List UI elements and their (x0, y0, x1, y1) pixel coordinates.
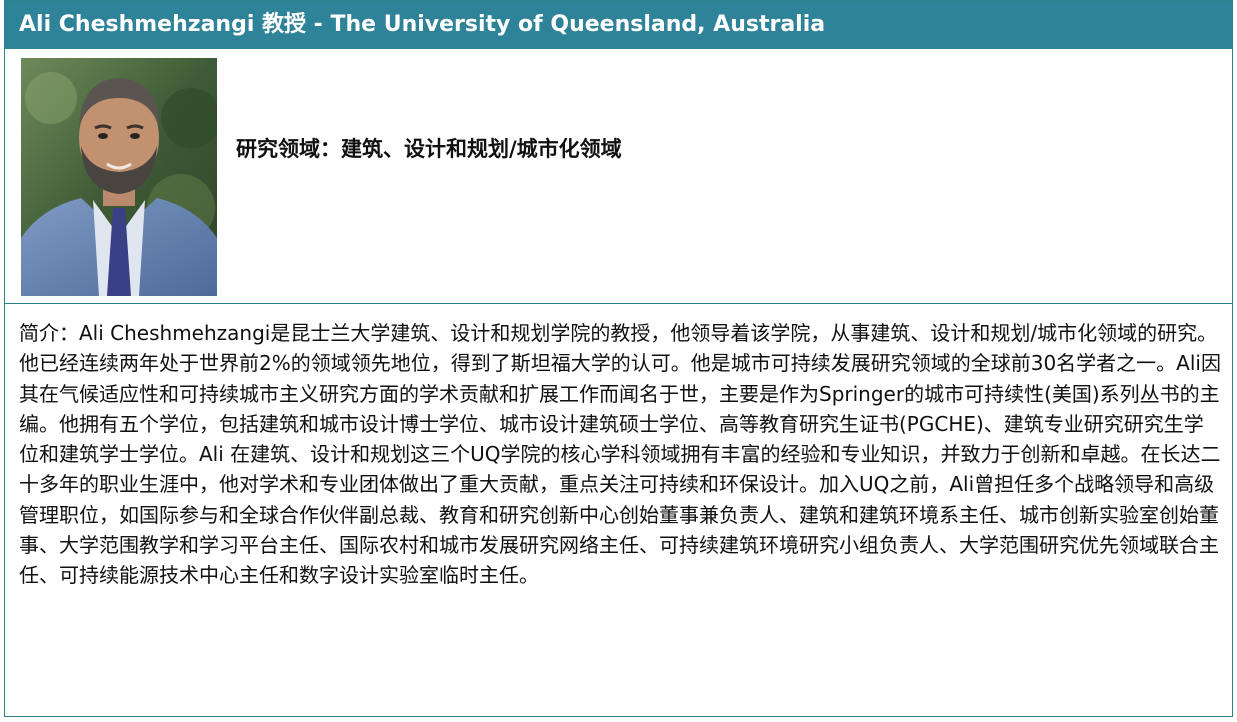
portrait-photo (21, 58, 217, 296)
profile-section: 研究领域：建筑、设计和规划/城市化领域 (5, 49, 1232, 304)
research-field-label: 研究领域：建筑、设计和规划/城市化领域 (236, 137, 622, 161)
page-title: Ali Cheshmehzangi 教授 - The University of… (5, 1, 1232, 49)
biography-text: 简介：Ali Cheshmehzangi是昆士兰大学建筑、设计和规划学院的教授，… (19, 321, 1221, 588)
profile-card: Ali Cheshmehzangi 教授 - The University of… (4, 0, 1233, 717)
